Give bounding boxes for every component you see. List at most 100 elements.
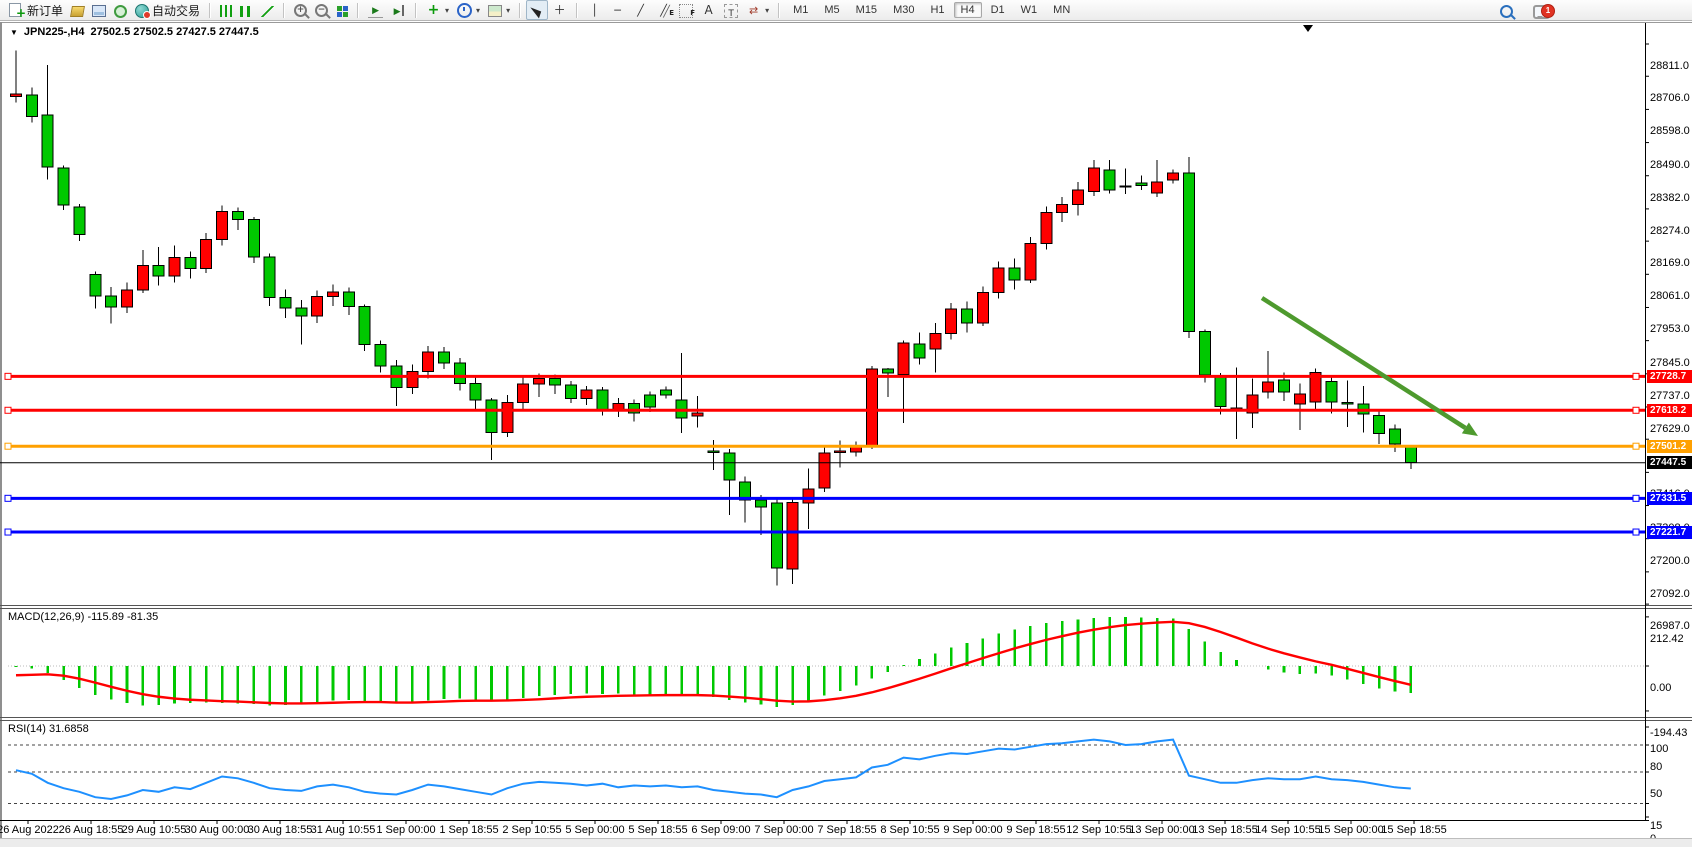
text-icon <box>701 3 716 18</box>
timeframe-H4[interactable]: H4 <box>954 2 982 18</box>
toolbar-button-periods[interactable]: ▾ <box>453 0 484 20</box>
cursor-icon <box>530 3 543 18</box>
toolbar-button-equidistant-channel[interactable] <box>652 0 675 20</box>
toolbar-button-tile-windows[interactable] <box>332 0 352 20</box>
dropdown-arrow-icon[interactable]: ▾ <box>476 6 480 15</box>
toolbar-group-draw: ▾ <box>583 0 773 20</box>
toolbar-group-timeframes: M1M5M15M30H1H4D1W1MN <box>785 0 1078 20</box>
toolbar: 新订单 自动交易 ▾ ▾ ▾ ▾ M1M5M15M30H1H4D1W1MN 1 <box>0 0 1692 21</box>
crosshair-icon <box>552 3 567 18</box>
chart-ohlc-values: 27502.5 27502.5 27427.5 27447.5 <box>90 26 258 38</box>
chart-symbol-period: JPN225-,H4 <box>24 26 85 38</box>
toolbar-right-icons: 1 <box>1496 1 1554 21</box>
toolbar-separator <box>357 3 359 18</box>
toolbar-button-templates[interactable]: ▾ <box>484 0 514 20</box>
toolbar-separator <box>209 3 211 18</box>
toolbar-button-candle-chart[interactable] <box>236 0 257 20</box>
toolbar-button-arrows[interactable]: ▾ <box>742 0 773 20</box>
chart-window[interactable]: 28811.028706.028598.028490.028382.028274… <box>0 22 1692 847</box>
notification-badge: 1 <box>1541 4 1555 18</box>
chart-shift-icon <box>391 3 406 18</box>
dropdown-arrow-icon[interactable]: ▾ <box>765 6 769 15</box>
rsi-indicator-label: RSI(14) 31.6858 <box>8 723 89 735</box>
toolbar-group-pointer <box>526 0 571 20</box>
timeframe-M5[interactable]: M5 <box>817 2 846 18</box>
toolbar-button-crosshair[interactable] <box>548 0 571 20</box>
notifications-button[interactable]: 1 <box>1529 1 1554 21</box>
periods-icon <box>457 3 472 18</box>
macd-indicator-label: MACD(12,26,9) -115.89 -81.35 <box>8 611 158 623</box>
toolbar-button-fibonacci[interactable] <box>675 0 697 20</box>
timeframe-W1[interactable]: W1 <box>1014 2 1045 18</box>
toolbar-button-trendline[interactable] <box>629 0 652 20</box>
toolbar-group-orders: 新订单 自动交易 <box>4 0 204 20</box>
macd-histogram <box>16 617 1411 707</box>
chart-menu-arrow-icon[interactable]: ▼ <box>10 28 18 37</box>
toolbar-button-horizontal-line[interactable] <box>606 0 629 20</box>
signal-icon <box>114 5 127 18</box>
toolbar-button-charts-gold[interactable] <box>67 0 88 20</box>
market-watch-icon <box>92 5 106 17</box>
toolbar-button-zoom-in[interactable] <box>290 0 311 20</box>
vertical-line-icon <box>587 3 602 18</box>
candles <box>11 50 1417 585</box>
toolbar-button-auto-scroll[interactable] <box>364 0 387 20</box>
trendline-icon <box>633 3 648 18</box>
toolbar-button-line-chart[interactable] <box>257 0 278 20</box>
arrows-icon <box>746 3 761 18</box>
toolbar-button-zoom-out[interactable] <box>311 0 332 20</box>
chart-shift-marker[interactable] <box>1303 25 1313 32</box>
equidistant-channel-icon <box>656 3 671 18</box>
timeframe-M1[interactable]: M1 <box>786 2 815 18</box>
fibonacci-icon <box>679 4 693 18</box>
timeframe-H1[interactable]: H1 <box>923 2 951 18</box>
rsi-line <box>16 740 1411 799</box>
dropdown-arrow-icon[interactable]: ▾ <box>445 6 449 15</box>
chart-title: ▼ JPN225-,H4 27502.5 27502.5 27427.5 274… <box>10 26 259 38</box>
charts-gold-icon <box>70 6 85 17</box>
toolbar-button-cursor[interactable] <box>526 0 548 20</box>
chat-icon: 1 <box>1533 5 1550 19</box>
toolbar-button-bar-chart[interactable] <box>216 0 236 20</box>
auto-scroll-icon <box>368 2 383 18</box>
toolbar-group-dropdowns: ▾ ▾ ▾ <box>422 0 514 20</box>
toolbar-group-scroll <box>364 0 410 20</box>
autotrading-icon <box>135 4 149 18</box>
chart-canvas[interactable] <box>0 22 1692 847</box>
candle-chart-icon <box>240 6 253 17</box>
text-label-icon <box>724 4 738 18</box>
templates-icon <box>488 5 502 17</box>
toolbar-button-autotrading[interactable]: 自动交易 <box>131 0 204 20</box>
toolbar-separator <box>415 3 417 18</box>
timeframe-M30[interactable]: M30 <box>886 2 921 18</box>
timeframe-M15[interactable]: M15 <box>849 2 884 18</box>
toolbar-button-indicators[interactable]: ▾ <box>422 0 453 20</box>
horizontal-line-icon <box>610 3 625 18</box>
toolbar-button-text[interactable] <box>697 0 720 20</box>
timeframe-MN[interactable]: MN <box>1046 2 1077 18</box>
toolbar-button-text-label[interactable] <box>720 0 742 20</box>
dropdown-arrow-icon[interactable]: ▾ <box>506 6 510 15</box>
toolbar-button-vertical-line[interactable] <box>583 0 606 20</box>
toolbar-separator <box>519 3 521 18</box>
toolbar-button-market-watch[interactable] <box>88 0 110 20</box>
timeframe-D1[interactable]: D1 <box>984 2 1012 18</box>
toolbar-button-new-order[interactable]: 新订单 <box>4 0 67 20</box>
toolbar-separator <box>576 3 578 18</box>
search-icon <box>1500 5 1513 18</box>
zoom-out-icon <box>315 4 328 17</box>
toolbar-button-label: 自动交易 <box>152 2 200 19</box>
toolbar-button-chart-shift[interactable] <box>387 0 410 20</box>
toolbar-group-chart-types <box>216 0 278 20</box>
new-order-icon <box>9 3 21 17</box>
toolbar-separator <box>283 3 285 18</box>
search-button[interactable] <box>1496 1 1517 21</box>
toolbar-separator <box>778 3 780 18</box>
window-bottom-edge <box>0 838 1692 847</box>
mt4-terminal: 新订单 自动交易 ▾ ▾ ▾ ▾ M1M5M15M30H1H4D1W1MN 1 28811.0… <box>0 0 1692 847</box>
toolbar-button-signal[interactable] <box>110 0 131 20</box>
bar-chart-icon <box>220 5 232 17</box>
toolbar-group-zoom <box>290 0 352 20</box>
zoom-in-icon <box>294 4 307 17</box>
toolbar-button-label: 新订单 <box>27 2 63 19</box>
